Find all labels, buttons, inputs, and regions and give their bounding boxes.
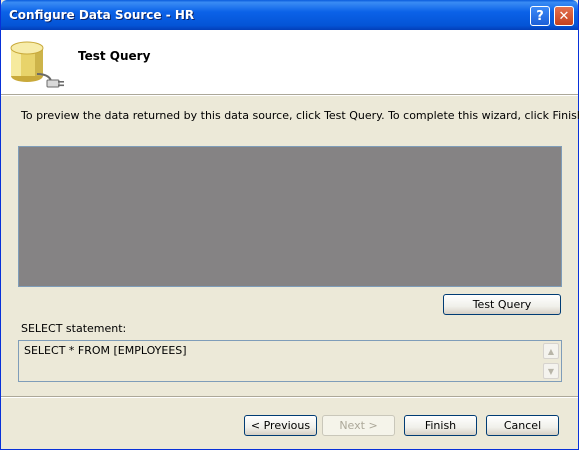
select-statement-text: SELECT * FROM [EMPLOYEES] — [24, 344, 187, 357]
cancel-button[interactable]: Cancel — [486, 415, 559, 436]
select-statement-label: SELECT statement: — [21, 322, 127, 335]
window-title: Configure Data Source - HR — [9, 8, 195, 22]
test-query-button[interactable]: Test Query — [443, 294, 561, 315]
finish-button[interactable]: Finish — [404, 415, 477, 436]
help-button[interactable]: ? — [530, 6, 550, 26]
close-button[interactable]: ✕ — [554, 6, 574, 26]
scroll-down-icon[interactable]: ▼ — [543, 363, 559, 379]
help-icon: ? — [536, 8, 544, 24]
configure-data-source-dialog: Configure Data Source - HR ? ✕ Test Quer… — [0, 0, 579, 450]
cancel-label: Cancel — [503, 419, 542, 432]
title-bar[interactable]: Configure Data Source - HR ? ✕ — [1, 0, 578, 30]
instruction-text: To preview the data returned by this dat… — [21, 109, 579, 122]
database-plug-icon — [10, 41, 64, 88]
close-icon: ✕ — [558, 8, 570, 24]
query-results-grid[interactable] — [18, 146, 562, 287]
header-divider — [1, 94, 578, 96]
next-label: Next > — [339, 419, 378, 432]
footer-divider — [1, 396, 578, 398]
next-button[interactable]: Next > — [322, 415, 395, 436]
select-statement-field[interactable]: SELECT * FROM [EMPLOYEES] ▲ ▼ — [18, 340, 562, 382]
scroll-up-icon[interactable]: ▲ — [543, 343, 559, 359]
page-title: Test Query — [78, 49, 151, 63]
previous-button[interactable]: < Previous — [244, 415, 317, 436]
previous-label: < Previous — [250, 419, 311, 432]
vertical-scrollbar[interactable]: ▲ ▼ — [543, 342, 560, 380]
finish-label: Finish — [424, 419, 457, 432]
test-query-label: Test Query — [472, 298, 532, 311]
wizard-header: Test Query — [1, 30, 578, 95]
